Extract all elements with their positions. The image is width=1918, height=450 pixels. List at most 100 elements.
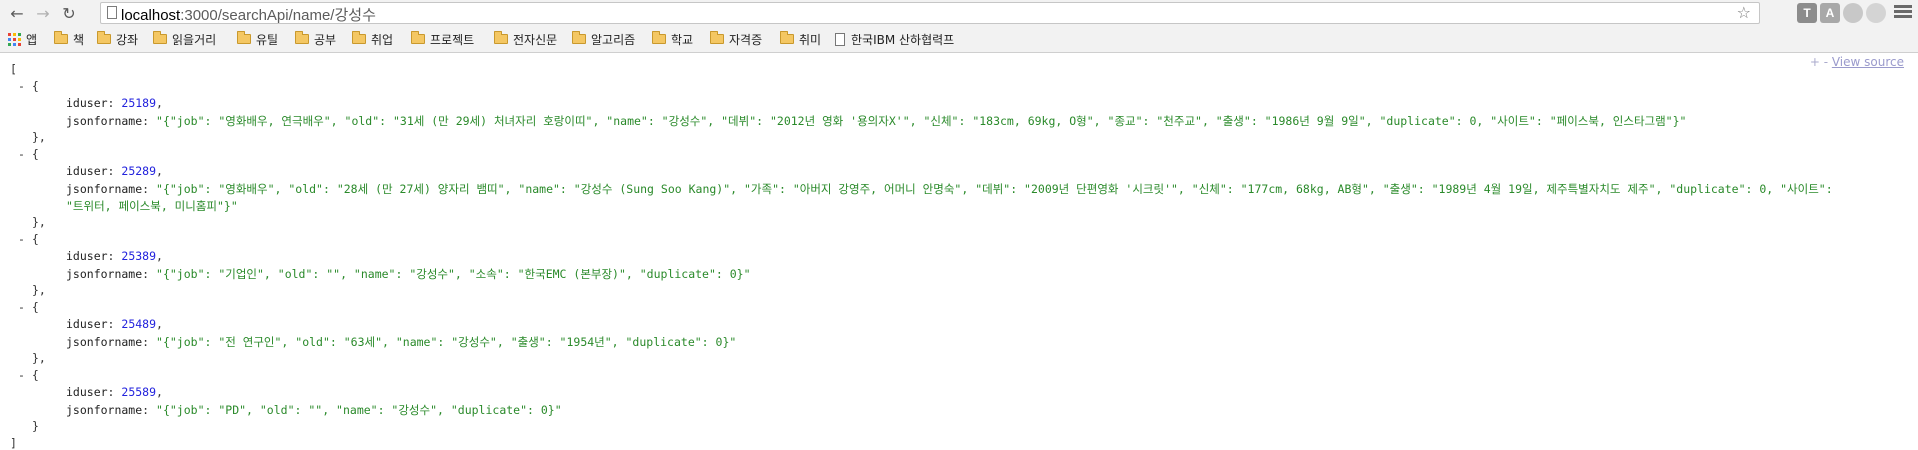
key-label: jsonforname [66, 403, 143, 417]
bookmark-folder-algorithms[interactable]: 알고리즘 [572, 30, 635, 48]
bookmark-folder-book[interactable]: 책 [54, 30, 84, 48]
key-label: iduser [66, 385, 108, 399]
brace: { [31, 300, 39, 314]
key-label: jsonforname [66, 335, 143, 349]
array-close-bracket: ] [10, 436, 17, 450]
reload-icon[interactable]: ↻ [58, 2, 80, 24]
bookmark-label: 학교 [671, 32, 694, 47]
address-bar[interactable]: localhost:3000/searchApi/name/강성수 ☆ [100, 2, 1760, 24]
bookmark-label: 강좌 [116, 32, 139, 47]
record-4-close: } [32, 419, 39, 433]
chrome-menu-icon[interactable] [1894, 3, 1912, 23]
apps-grid-icon [8, 32, 21, 46]
key-label: jsonforname [66, 267, 143, 281]
key-label: jsonforname [66, 114, 143, 128]
bookmark-label: 프로젝트 [430, 32, 475, 47]
bookmark-folder-lectures[interactable]: 강좌 [97, 30, 138, 48]
record-0-open: - { [18, 79, 39, 93]
bookmark-label: 책 [73, 32, 85, 47]
folder-icon [54, 31, 68, 44]
brace: { [31, 147, 39, 161]
bookmark-label: 전자신문 [513, 32, 558, 47]
extension-swirl-icon[interactable] [1866, 3, 1886, 23]
record-0-jsonforname: jsonforname: "{"job": "영화배우, 연극배우", "old… [66, 114, 1687, 128]
record-1-jsonforname-continued: "트위터, 페이스북, 미니홈피"}" [66, 198, 238, 214]
bookmark-label: 알고리즘 [591, 32, 636, 47]
jsonforname-value: "{"job": "영화배우, 연극배우", "old": "31세 (만 29… [156, 114, 1687, 128]
record-4-jsonforname: jsonforname: "{"job": "PD", "old": "", "… [66, 403, 562, 417]
bookmarks-bar: 앱 책 강좌 읽을거리 유틸 공부 취업 프로젝트 전자신문 알고리즘 학교 자… [0, 27, 1918, 53]
iduser-value: 25189 [121, 96, 157, 110]
address-url[interactable]: localhost:3000/searchApi/name/강성수 [121, 4, 376, 25]
record-1-jsonforname: jsonforname: "{"job": "영화배우", "old": "28… [66, 182, 1833, 196]
key-label: jsonforname [66, 182, 143, 196]
bookmark-folder-projects[interactable]: 프로젝트 [411, 30, 474, 48]
record-0-close: }, [32, 130, 46, 144]
bookmark-star-icon[interactable]: ☆ [1737, 3, 1751, 22]
record-4-iduser: iduser: 25589, [66, 385, 163, 399]
collapse-toggle[interactable]: - [18, 232, 25, 246]
jsonforname-value: "{"job": "전 연구인", "old": "63세", "name": … [156, 335, 737, 349]
collapse-toggle[interactable]: - [18, 79, 25, 93]
extension-circle-icon[interactable] [1843, 3, 1863, 23]
folder-icon [295, 31, 309, 44]
iduser-value: 25289 [121, 164, 157, 178]
back-arrow-icon[interactable]: ← [6, 2, 28, 24]
record-2-iduser: iduser: 25389, [66, 249, 163, 263]
key-label: iduser [66, 249, 108, 263]
jsonforname-value-continued: "트위터, 페이스북, 미니홈피"}" [66, 199, 238, 213]
record-2-open: - { [18, 232, 39, 246]
key-label: iduser [66, 164, 108, 178]
extension-t-icon[interactable]: T [1797, 3, 1817, 23]
folder-icon [352, 31, 366, 44]
folder-icon [572, 31, 586, 44]
collapse-toggle[interactable]: - [18, 147, 25, 161]
forward-arrow-icon[interactable]: → [32, 2, 54, 24]
folder-icon [237, 31, 251, 44]
view-source-link[interactable]: View source [1832, 55, 1904, 69]
key-label: iduser [66, 96, 108, 110]
url-host: localhost [121, 7, 181, 24]
collapse-toggle[interactable]: - [18, 300, 25, 314]
bookmark-folder-school[interactable]: 학교 [652, 30, 693, 48]
bookmark-label: 읽을거리 [172, 32, 217, 47]
record-3-close: }, [32, 351, 46, 365]
page-icon [835, 32, 845, 46]
brace: { [31, 232, 39, 246]
record-4-open: - { [18, 368, 39, 382]
collapse-expand-toggles[interactable]: + - [1810, 55, 1828, 69]
bookmark-folder-utils[interactable]: 유틸 [237, 30, 278, 48]
bookmark-ibm-page[interactable]: 한국IBM 산하협력프 [835, 30, 954, 48]
key-label: iduser [66, 317, 108, 331]
collapse-toggle[interactable]: - [18, 368, 25, 382]
bookmark-folder-study[interactable]: 공부 [295, 30, 336, 48]
url-path: :3000/searchApi/name/강성수 [180, 7, 376, 24]
bookmark-label: 한국IBM 산하협력프 [851, 32, 955, 47]
bookmark-label: 자격증 [729, 32, 763, 47]
record-0-iduser: iduser: 25189, [66, 96, 163, 110]
jsonforname-value: "{"job": "영화배우", "old": "28세 (만 27세) 양자리… [156, 182, 1833, 196]
jsonforname-value: "{"job": "PD", "old": "", "name": "강성수",… [156, 403, 562, 417]
folder-icon [652, 31, 666, 44]
json-viewer-controls: + - View source [1810, 55, 1904, 69]
record-1-open: - { [18, 147, 39, 161]
iduser-value: 25389 [121, 249, 157, 263]
bookmark-folder-hobby[interactable]: 취미 [780, 30, 821, 48]
bookmark-folder-certs[interactable]: 자격증 [710, 30, 762, 48]
record-3-open: - { [18, 300, 39, 314]
bookmark-apps[interactable]: 앱 [8, 30, 37, 48]
bookmark-folder-jobs[interactable]: 취업 [352, 30, 393, 48]
record-2-jsonforname: jsonforname: "{"job": "기업인", "old": "", … [66, 267, 751, 281]
bookmark-folder-enews[interactable]: 전자신문 [494, 30, 557, 48]
array-open-bracket: [ [10, 62, 17, 76]
folder-icon [710, 31, 724, 44]
bookmark-label: 유틸 [256, 32, 279, 47]
iduser-value: 25489 [121, 317, 157, 331]
record-1-close: }, [32, 215, 46, 229]
bookmark-folder-reading[interactable]: 읽을거리 [153, 30, 216, 48]
folder-icon [494, 31, 508, 44]
browser-toolbar: ← → ↻ localhost:3000/searchApi/name/강성수 … [0, 0, 1918, 27]
extension-angular-icon[interactable]: A [1820, 3, 1840, 23]
iduser-value: 25589 [121, 385, 157, 399]
bookmark-label: 앱 [26, 32, 38, 47]
